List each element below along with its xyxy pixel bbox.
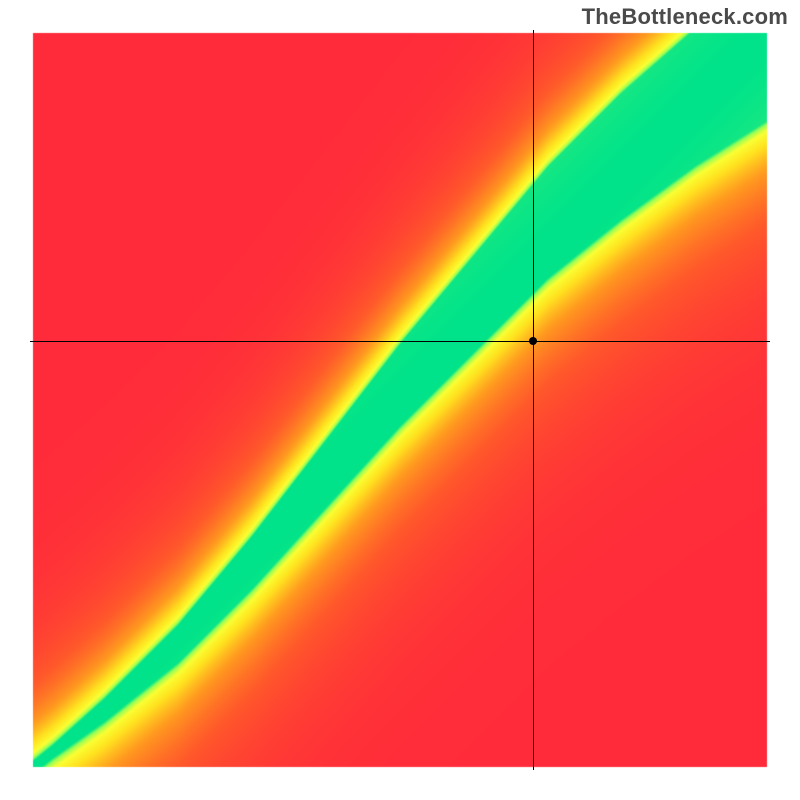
heatmap-canvas [30, 30, 770, 770]
watermark-label: TheBottleneck.com [582, 4, 788, 30]
heatmap-chart [30, 30, 770, 770]
